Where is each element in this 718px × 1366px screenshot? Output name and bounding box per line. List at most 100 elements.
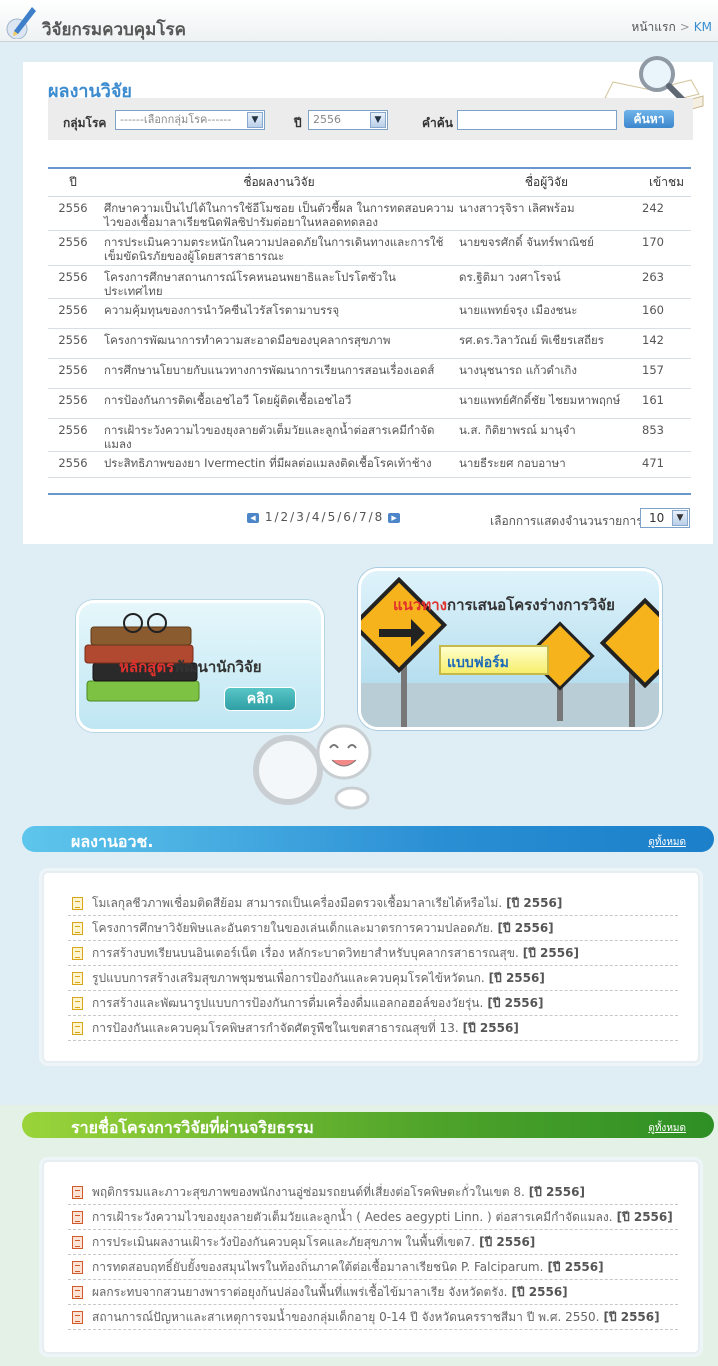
- dcd-see-all-link[interactable]: ดูทั้งหมด: [648, 835, 686, 850]
- item-text: โครงการศึกษาวิจัยพิษและอันตรายในของเล่นเ…: [92, 921, 494, 935]
- item-year: [ปี 2556]: [462, 1021, 519, 1035]
- site-title[interactable]: วิจัยกรมควบคุมโรค: [42, 16, 186, 43]
- breadcrumb-km[interactable]: KM: [694, 20, 712, 34]
- table-row[interactable]: 2556 ประสิทธิภาพของยา Ivermectin ที่มีผล…: [48, 451, 691, 478]
- item-year: [ปี 2556]: [528, 1185, 585, 1199]
- guide-title-rest: การเสนอโครงร่างการวิจัย: [446, 596, 615, 614]
- guide-title-red: แนวทาง: [393, 596, 447, 614]
- table-bottom-divider: [48, 493, 691, 495]
- year-value: 2556: [313, 113, 341, 126]
- page-link[interactable]: 3: [296, 510, 304, 524]
- list-item[interactable]: การประเมินผลงานเฝ้าระวังป้องกันควบคุมโรค…: [68, 1230, 678, 1255]
- document-icon: [72, 922, 83, 935]
- item-text: พฤติกรรมและภาวะสุขภาพของพนักงานอู่ซ่อมรถ…: [92, 1185, 525, 1199]
- next-page-icon[interactable]: ▶: [388, 512, 401, 523]
- prev-page-icon[interactable]: ◀: [247, 512, 259, 523]
- ethics-see-all-link[interactable]: ดูทั้งหมด: [648, 1121, 686, 1136]
- row-year: 2556: [48, 265, 98, 299]
- row-views: 170: [634, 230, 691, 266]
- table-row[interactable]: 2556 การเฝ้าระวังความไวของยุงลายตัวเต็มว…: [48, 418, 691, 452]
- row-views: 242: [634, 196, 691, 231]
- document-icon: [72, 1022, 83, 1035]
- col-views: เข้าชม: [634, 167, 691, 197]
- research-panel: ผลงานวิจัย กลุ่มโรค ------เลือกกลุ่มโรค-…: [23, 56, 713, 544]
- form-button[interactable]: แบบฟอร์ม: [439, 645, 549, 675]
- document-icon: [72, 972, 83, 985]
- row-author: รศ.ดร.วิลาวัณย์ พิเชียรเสถียร: [454, 328, 634, 359]
- list-item[interactable]: การสร้างและพัฒนารูปแบบการป้องกันการดื่มเ…: [68, 991, 678, 1016]
- page-link[interactable]: 8: [375, 510, 383, 524]
- row-title-link[interactable]: การศึกษานโยบายกับแนวทางการพัฒนาการเรียนก…: [98, 358, 454, 389]
- guide-title: แนวทางการเสนอโครงร่างการวิจัย: [393, 593, 615, 617]
- breadcrumb-home[interactable]: หน้าแรก: [631, 20, 675, 34]
- item-year: [ปี 2556]: [506, 896, 563, 910]
- list-item[interactable]: โครงการศึกษาวิจัยพิษและอันตรายในของเล่นเ…: [68, 916, 678, 941]
- row-views: 142: [634, 328, 691, 359]
- document-icon: [72, 1311, 83, 1324]
- guide-banner[interactable]: แนวทางการเสนอโครงร่างการวิจัย แบบฟอร์ม: [358, 568, 662, 730]
- mascot-magnifier-icon: [253, 724, 372, 810]
- table-row[interactable]: 2556 โครงการพัฒนาการทำความสะอาดมือของบุค…: [48, 328, 691, 359]
- page-link[interactable]: 2: [281, 510, 289, 524]
- page-link[interactable]: 4: [312, 510, 320, 524]
- row-title-link[interactable]: โครงการศึกษาสถานการณ์โรคหนอนพยาธิและโปรโ…: [98, 265, 454, 299]
- row-author: ดร.ฐิติมา วงศาโรจน์: [454, 265, 634, 299]
- keyword-input[interactable]: [457, 110, 617, 130]
- list-item[interactable]: การป้องกันและควบคุมโรคพิษสารกำจัดศัตรูพื…: [68, 1016, 678, 1041]
- pen-logo-icon[interactable]: [4, 3, 38, 39]
- year-select[interactable]: 2556 ▼: [308, 110, 388, 130]
- row-title-link[interactable]: การป้องกันการติดเชื้อเอชไอวี โดยผู้ติดเช…: [98, 388, 454, 419]
- list-item[interactable]: การสร้างบทเรียนบนอินเตอร์เน็ต เรื่อง หลั…: [68, 941, 678, 966]
- row-title-link[interactable]: การเฝ้าระวังความไวของยุงลายตัวเต็มวัยและ…: [98, 418, 454, 452]
- page-link[interactable]: 7: [359, 510, 367, 524]
- row-author: นางสาวรุจิรา เลิศพร้อม: [454, 196, 634, 231]
- list-item[interactable]: รูปแบบการสร้างเสริมสุขภาพชุมชนเพื่อการป้…: [68, 966, 678, 991]
- year-label: ปี: [294, 116, 302, 130]
- list-item[interactable]: สถานการณ์ปัญหาและสาเหตุการจมน้ำของกลุ่มเ…: [68, 1305, 678, 1330]
- row-title-link[interactable]: ความคุ้มทุนของการนำวัคซีนไวรัสโรตามาบรรจ…: [98, 298, 454, 329]
- item-year: [ปี 2556]: [487, 996, 544, 1010]
- row-title-link[interactable]: การประเมินความตระหนักในความปลอดภัยในการเ…: [98, 230, 454, 266]
- item-text: ผลกระทบจากสวนยางพาราต่อยุงก้นปล่องในพื้น…: [92, 1285, 508, 1299]
- table-row[interactable]: 2556 การศึกษานโยบายกับแนวทางการพัฒนาการเ…: [48, 358, 691, 389]
- list-item[interactable]: ผลกระทบจากสวนยางพาราต่อยุงก้นปล่องในพื้น…: [68, 1280, 678, 1305]
- pagination: ◀ 1/2/3/4/5/6/7/8 ▶: [247, 510, 401, 524]
- table-row[interactable]: 2556 โครงการศึกษาสถานการณ์โรคหนอนพยาธิแล…: [48, 265, 691, 299]
- col-author: ชื่อผู้วิจัย: [454, 167, 634, 197]
- document-icon: [72, 1211, 83, 1224]
- item-year: [ปี 2556]: [547, 1260, 604, 1274]
- page-link[interactable]: 5: [328, 510, 336, 524]
- row-views: 853: [634, 418, 691, 452]
- list-item[interactable]: พฤติกรรมและภาวะสุขภาพของพนักงานอู่ซ่อมรถ…: [68, 1180, 678, 1205]
- disease-group-value: ------เลือกกลุ่มโรค------: [120, 113, 232, 126]
- item-year: [ปี 2556]: [488, 971, 545, 985]
- list-item[interactable]: การทดสอบฤทธิ์ยับยั้งของสมุนไพรในท้องถิ่น…: [68, 1255, 678, 1280]
- list-item[interactable]: การเฝ้าระวังความไวของยุงลายตัวเต็มวัยและ…: [68, 1205, 678, 1230]
- disease-group-select[interactable]: ------เลือกกลุ่มโรค------ ▼: [115, 110, 265, 130]
- breadcrumb-separator: >: [679, 20, 690, 34]
- page-link[interactable]: 1: [265, 510, 273, 524]
- promo-area: หลักสูตรพัฒนานักวิจัย คลิก แนวทางการเสนอ…: [0, 560, 718, 820]
- row-title-link[interactable]: ประสิทธิภาพของยา Ivermectin ที่มีผลต่อแม…: [98, 451, 454, 478]
- table-row[interactable]: 2556 ศึกษาความเป็นไปได้ในการใช้อีโมซอย เ…: [48, 196, 691, 231]
- table-row[interactable]: 2556 การป้องกันการติดเชื้อเอชไอวี โดยผู้…: [48, 388, 691, 419]
- chevron-down-icon: ▼: [672, 510, 688, 526]
- item-text: การเฝ้าระวังความไวของยุงลายตัวเต็มวัยและ…: [92, 1210, 613, 1224]
- table-row[interactable]: 2556 การประเมินความตระหนักในความปลอดภัยใ…: [48, 230, 691, 266]
- chevron-down-icon: ▼: [370, 112, 386, 128]
- table-row[interactable]: 2556 ความคุ้มทุนของการนำวัคซีนไวรัสโรตาม…: [48, 298, 691, 329]
- item-year: [ปี 2556]: [522, 946, 579, 960]
- row-title-link[interactable]: ศึกษาความเป็นไปได้ในการใช้อีโมซอย เป็นตั…: [98, 196, 454, 231]
- row-author: นายธีระยศ กอบอาษา: [454, 451, 634, 478]
- page-link[interactable]: 6: [343, 510, 351, 524]
- document-icon: [72, 1236, 83, 1249]
- item-text: การทดสอบฤทธิ์ยับยั้งของสมุนไพรในท้องถิ่น…: [92, 1260, 544, 1274]
- row-views: 263: [634, 265, 691, 299]
- search-button[interactable]: ค้นหา: [624, 110, 674, 128]
- search-bar: กลุ่มโรค ------เลือกกลุ่มโรค------ ▼ ปี …: [48, 98, 693, 140]
- course-title: หลักสูตรพัฒนานักวิจัย: [119, 655, 262, 679]
- per-page-select[interactable]: 10 ▼: [640, 508, 690, 528]
- row-title-link[interactable]: โครงการพัฒนาการทำความสะอาดมือของบุคลากรส…: [98, 328, 454, 359]
- list-item[interactable]: โมเลกุลชีวภาพเชื่อมติดสีย้อม สามารถเป็นเ…: [68, 891, 678, 916]
- document-icon: [72, 997, 83, 1010]
